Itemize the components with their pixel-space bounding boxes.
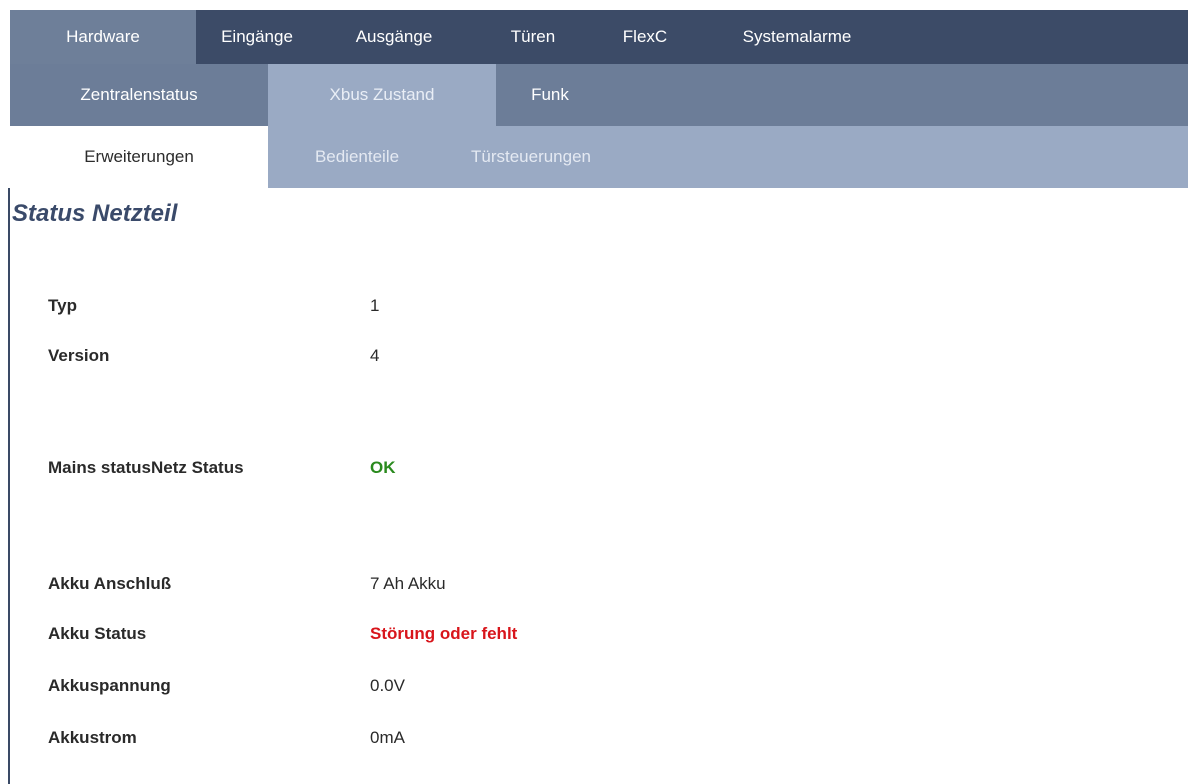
status-label: Akkuspannung <box>48 676 171 695</box>
status-row-version: Version 4 <box>48 338 379 374</box>
tab-flexc[interactable]: FlexC <box>596 10 694 64</box>
status-value: 1 <box>370 296 380 315</box>
status-label: Mains statusNetz Status <box>48 458 244 477</box>
status-value: 0.0V <box>370 676 405 695</box>
tab-zentralenstatus[interactable]: Zentralenstatus <box>10 64 268 126</box>
status-row-mains: Mains statusNetz Status OK <box>48 450 396 486</box>
tab-erweiterungen[interactable]: Erweiterungen <box>10 126 268 188</box>
akku-status-value: Störung oder fehlt <box>370 624 518 643</box>
left-border <box>0 0 10 784</box>
tab-tueren[interactable]: Türen <box>470 10 596 64</box>
page: Hardware Eingänge Ausgänge Türen FlexC S… <box>0 0 1188 784</box>
status-value: 0mA <box>370 728 405 747</box>
tab-funk[interactable]: Funk <box>496 64 604 126</box>
tab-xbus-zustand[interactable]: Xbus Zustand <box>268 64 496 126</box>
status-label: Akku Anschluß <box>48 574 172 593</box>
tab-bedienteile[interactable]: Bedienteile <box>268 126 446 188</box>
tab-hardware[interactable]: Hardware <box>10 10 196 64</box>
tab-tuersteuerungen[interactable]: Türsteuerungen <box>446 126 616 188</box>
status-row-akku-anschluss: Akku Anschluß 7 Ah Akku <box>48 566 446 602</box>
status-row-akkustrom: Akkustrom 0mA <box>48 720 405 756</box>
sub-nav: Zentralenstatus Xbus Zustand Funk <box>10 64 1188 126</box>
tab-systemalarme[interactable]: Systemalarme <box>694 10 900 64</box>
mains-status-value: OK <box>370 458 396 477</box>
tab-ausgaenge[interactable]: Ausgänge <box>318 10 470 64</box>
page-title: Status Netzteil <box>12 200 178 227</box>
status-label: Version <box>48 346 110 365</box>
sub-sub-nav: Erweiterungen Bedienteile Türsteuerungen <box>10 126 1188 188</box>
status-label: Akkustrom <box>48 728 137 747</box>
tab-eingaenge[interactable]: Eingänge <box>196 10 318 64</box>
status-value: 7 Ah Akku <box>370 574 446 593</box>
main-nav: Hardware Eingänge Ausgänge Türen FlexC S… <box>10 10 1188 64</box>
status-row-typ: Typ 1 <box>48 288 379 324</box>
status-label: Akku Status <box>48 624 147 643</box>
status-value: 4 <box>370 346 380 365</box>
status-label: Typ <box>48 296 77 315</box>
status-row-akku-status: Akku Status Störung oder fehlt <box>48 616 517 652</box>
status-row-akkuspannung: Akkuspannung 0.0V <box>48 668 405 704</box>
